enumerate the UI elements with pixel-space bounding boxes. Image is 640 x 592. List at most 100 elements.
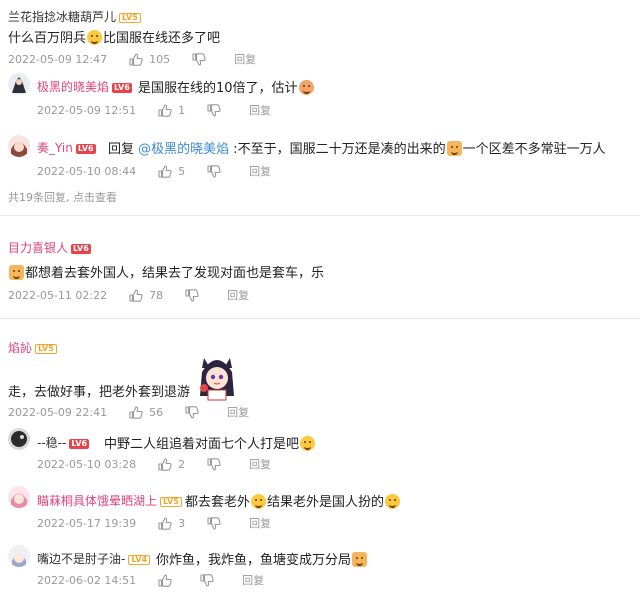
comment-text-part: 都想着去套外国人，结果去了发现对面也是套车，乐 [25, 266, 325, 281]
dislike-button[interactable] [192, 52, 212, 66]
thumbs-down-icon [207, 103, 221, 117]
thumbs-up-icon [158, 516, 172, 530]
avatar[interactable] [8, 135, 30, 157]
comment-text-part: 什么百万阴兵 [8, 31, 87, 46]
like-button[interactable]: 56 [129, 406, 163, 419]
reply-text: 回复 @极黑的晓美焰 :不至于，国服二十万还是凑的出来的 一个区差不多常驻一万人 [108, 138, 606, 157]
comment-text-part: 比国服在线还多了吧 [103, 31, 221, 46]
dislike-button[interactable] [185, 405, 205, 419]
like-count: 3 [178, 516, 186, 530]
level-badge: LV5 [160, 496, 182, 507]
reply-button[interactable]: 回复 [242, 572, 264, 588]
avatar-image [8, 73, 30, 95]
like-button[interactable]: 1 [158, 104, 185, 117]
like-count: 2 [178, 457, 186, 471]
dislike-button[interactable] [207, 516, 227, 530]
doge-emoji-icon [446, 141, 462, 156]
reply-meta: 2022-05-17 19:39 3 回复 [37, 515, 293, 531]
thumbs-up-icon [129, 52, 143, 66]
avatar[interactable] [8, 545, 30, 567]
comment-meta: 2022-05-11 02:22 78 回复 [8, 287, 271, 303]
like-button[interactable]: 2 [158, 458, 185, 471]
level-badge: LV5 [35, 343, 57, 354]
username-text[interactable]: 瞄菻桐具体饿晕晒湖上 [37, 494, 157, 508]
thumbs-down-icon [207, 516, 221, 530]
reply-username[interactable]: --稳-- LV6 [37, 434, 90, 451]
view-more-replies[interactable]: 共19条回复, 点击查看 [8, 189, 117, 205]
divider [0, 215, 640, 216]
level-badge: LV5 [119, 12, 141, 23]
username-text[interactable]: 极黑的晓美焰 [37, 80, 109, 94]
reply-text-part: 中野二人组追着对面七个人打是吧 [104, 437, 300, 452]
reply-username[interactable]: 瞄菻桐具体饿晕晒湖上 LV5 [37, 492, 182, 509]
level-badge: LV6 [75, 143, 96, 154]
reply-username[interactable]: 极黑的晓美焰 LV6 [37, 78, 132, 95]
like-button[interactable] [158, 573, 178, 587]
comment-text: 什么百万阴兵 比国服在线还多了吧 [8, 27, 220, 46]
reply-text: 是国服在线的10倍了，估计 [138, 77, 315, 96]
reply-text: 都去套老外 结果老外是国人扮的 [185, 491, 401, 510]
avatar[interactable] [8, 428, 30, 450]
avatar[interactable] [8, 486, 30, 508]
username-text[interactable]: 嘴边不是肘子油- [37, 552, 125, 566]
level-badge: LV4 [128, 554, 151, 565]
like-count: 5 [178, 164, 186, 178]
username-text[interactable]: 兰花指捻冰糖葫芦儿 [8, 10, 116, 24]
username-text[interactable]: 目力喜银人 [8, 241, 68, 255]
laughing-emoji-icon [87, 30, 103, 45]
level-badge: LV6 [69, 438, 90, 449]
thumbs-up-icon [158, 457, 172, 471]
dislike-button[interactable] [185, 288, 205, 302]
sticker-icon [196, 352, 238, 402]
sticker-image [200, 358, 234, 401]
comment-time: 2022-05-11 02:22 [8, 288, 108, 302]
dislike-button[interactable] [207, 457, 227, 471]
reply-text: 你炸鱼，我炸鱼，鱼塘变成万分局 [156, 549, 368, 568]
smile-emoji-icon [385, 494, 401, 509]
comment-meta: 2022-05-09 12:47 105 回复 [8, 51, 278, 67]
reply-username[interactable]: 奏_Yin LV6 [37, 139, 96, 156]
reply-text-part: 你炸鱼，我炸鱼，鱼塘变成万分局 [156, 553, 352, 568]
dislike-button[interactable] [207, 164, 227, 178]
reply-button[interactable]: 回复 [249, 456, 271, 472]
level-badge: LV6 [71, 243, 91, 254]
reply-button[interactable]: 回复 [234, 51, 256, 67]
thumbs-down-icon [207, 457, 221, 471]
comment-text: 走，去做好事，把老外套到退游 [8, 385, 191, 400]
thumbs-down-icon [207, 164, 221, 178]
reply-time: 2022-05-09 12:51 [37, 103, 137, 117]
username-text[interactable]: 奏_Yin [37, 141, 73, 155]
reply-text-part: 结果老外是国人扮的 [267, 495, 385, 510]
level-badge: LV6 [112, 82, 132, 93]
dislike-button[interactable] [207, 103, 227, 117]
reply-button[interactable]: 回复 [227, 404, 249, 420]
like-button[interactable]: 5 [158, 165, 185, 178]
reply-username[interactable]: 嘴边不是肘子油- LV4 [37, 550, 151, 567]
like-button[interactable]: 105 [129, 53, 170, 66]
comment-username[interactable]: 目力喜银人 LV6 [8, 239, 91, 256]
username-text[interactable]: --稳-- [37, 436, 66, 450]
comment-username[interactable]: 兰花指捻冰糖葫芦儿 LV5 [8, 8, 141, 25]
like-button[interactable]: 3 [158, 517, 185, 530]
thumbs-up-icon [129, 405, 143, 419]
mention-link[interactable]: @极黑的晓美焰 [138, 142, 229, 157]
like-count: 56 [149, 405, 164, 419]
reply-button[interactable]: 回复 [249, 515, 271, 531]
thumbs-up-icon [158, 164, 172, 178]
avatar-image [8, 428, 30, 450]
avatar[interactable] [8, 73, 30, 95]
smile-emoji-icon [251, 494, 267, 509]
reply-time: 2022-06-02 14:51 [37, 573, 137, 587]
reply-button[interactable]: 回复 [249, 163, 271, 179]
like-count: 1 [178, 103, 186, 117]
comment-username[interactable]: 焰訫 LV5 [8, 339, 57, 356]
reply-time: 2022-05-10 08:44 [37, 164, 137, 178]
dislike-button[interactable] [200, 573, 220, 587]
reply-button[interactable]: 回复 [249, 102, 271, 118]
reply-meta: 2022-05-10 08:44 5 回复 [37, 163, 293, 179]
comment-meta: 2022-05-09 22:41 56 回复 [8, 404, 271, 420]
reply-button[interactable]: 回复 [227, 287, 249, 303]
username-text[interactable]: 焰訫 [8, 341, 32, 355]
reply-text-part: 是国服在线的10倍了，估计 [138, 81, 298, 96]
like-button[interactable]: 78 [129, 289, 163, 302]
